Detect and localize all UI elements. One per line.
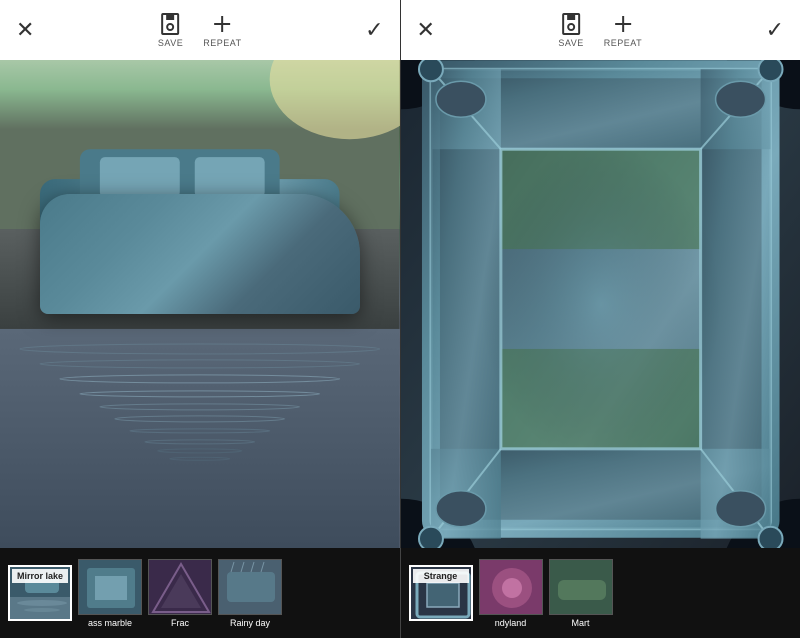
left-image-container bbox=[0, 60, 400, 548]
right-repeat-label: REPEAT bbox=[604, 38, 642, 48]
left-confirm-button[interactable]: ✓ bbox=[365, 17, 383, 43]
main-area: ✕ SAVE REPEAT bbox=[0, 0, 800, 548]
left-image bbox=[0, 60, 400, 548]
right-close-button[interactable]: ✕ bbox=[417, 17, 435, 43]
right-toolbar-right: ✓ bbox=[766, 17, 784, 43]
strip-thumb-glass bbox=[78, 559, 142, 615]
left-save-label: SAVE bbox=[158, 38, 183, 48]
strip-item-strange[interactable]: Strange bbox=[409, 565, 473, 621]
save-icon bbox=[159, 12, 183, 36]
right-save-button[interactable]: SAVE bbox=[558, 12, 583, 48]
strip-label-glass: ass marble bbox=[88, 618, 132, 628]
strip-label-rainy: Rainy day bbox=[230, 618, 270, 628]
left-save-button[interactable]: SAVE bbox=[158, 12, 183, 48]
strip-thumb-frac bbox=[148, 559, 212, 615]
strip-thumb-rainy bbox=[218, 559, 282, 615]
right-confirm-button[interactable]: ✓ bbox=[766, 17, 784, 43]
strip-thumb-mart bbox=[549, 559, 613, 615]
strip-thumb-candy bbox=[479, 559, 543, 615]
thumb-svg-7 bbox=[550, 560, 613, 615]
thumb-svg-3 bbox=[149, 560, 212, 615]
right-image-container bbox=[401, 60, 800, 548]
left-repeat-label: REPEAT bbox=[203, 38, 241, 48]
left-panel: ✕ SAVE REPEAT bbox=[0, 0, 400, 548]
left-toolbar-center: SAVE REPEAT bbox=[158, 12, 242, 48]
strip-thumb-mirror-lake: Mirror lake bbox=[8, 565, 72, 621]
right-save-label: SAVE bbox=[558, 38, 583, 48]
right-repeat-button[interactable]: REPEAT bbox=[604, 12, 642, 48]
left-image-svg bbox=[0, 60, 400, 548]
right-toolbar-center: SAVE REPEAT bbox=[558, 12, 642, 48]
strip-label-candy: ndyland bbox=[495, 618, 527, 628]
thumb-svg-2 bbox=[79, 560, 142, 615]
strip-item-frac[interactable]: Frac bbox=[148, 559, 212, 628]
thumb-svg-4 bbox=[219, 560, 282, 615]
bottom-strip: Mirror lake ass marble bbox=[0, 548, 800, 638]
strip-active-label-right: Strange bbox=[413, 569, 469, 583]
strip-active-label: Mirror lake bbox=[12, 569, 68, 583]
save-icon-right bbox=[559, 12, 583, 36]
strip-thumb-strange: Strange bbox=[409, 565, 473, 621]
strip-item-glass-marble[interactable]: ass marble bbox=[78, 559, 142, 628]
right-toolbar: ✕ SAVE REPEAT bbox=[401, 0, 800, 60]
strip-item-mart[interactable]: Mart bbox=[549, 559, 613, 628]
strip-label-mart: Mart bbox=[572, 618, 590, 628]
plus-icon bbox=[210, 12, 234, 36]
thumb-svg-6 bbox=[480, 560, 543, 615]
plus-icon-right bbox=[611, 12, 635, 36]
left-toolbar-right: ✓ bbox=[365, 17, 383, 43]
right-image-svg bbox=[401, 60, 800, 548]
left-close-button[interactable]: ✕ bbox=[16, 17, 34, 43]
right-toolbar-left: ✕ bbox=[417, 17, 435, 43]
strip-item-candyland[interactable]: ndyland bbox=[479, 559, 543, 628]
strip-item-mirror-lake[interactable]: Mirror lake bbox=[8, 565, 72, 621]
strip-label-frac: Frac bbox=[171, 618, 189, 628]
right-strip: Strange ndyland bbox=[401, 548, 800, 638]
left-toolbar-left: ✕ bbox=[16, 17, 34, 43]
left-toolbar: ✕ SAVE REPEAT bbox=[0, 0, 400, 60]
strip-item-rainy-day[interactable]: Rainy day bbox=[218, 559, 282, 628]
left-repeat-button[interactable]: REPEAT bbox=[203, 12, 241, 48]
left-strip: Mirror lake ass marble bbox=[0, 548, 400, 638]
right-panel: ✕ SAVE REPEAT bbox=[400, 0, 800, 548]
